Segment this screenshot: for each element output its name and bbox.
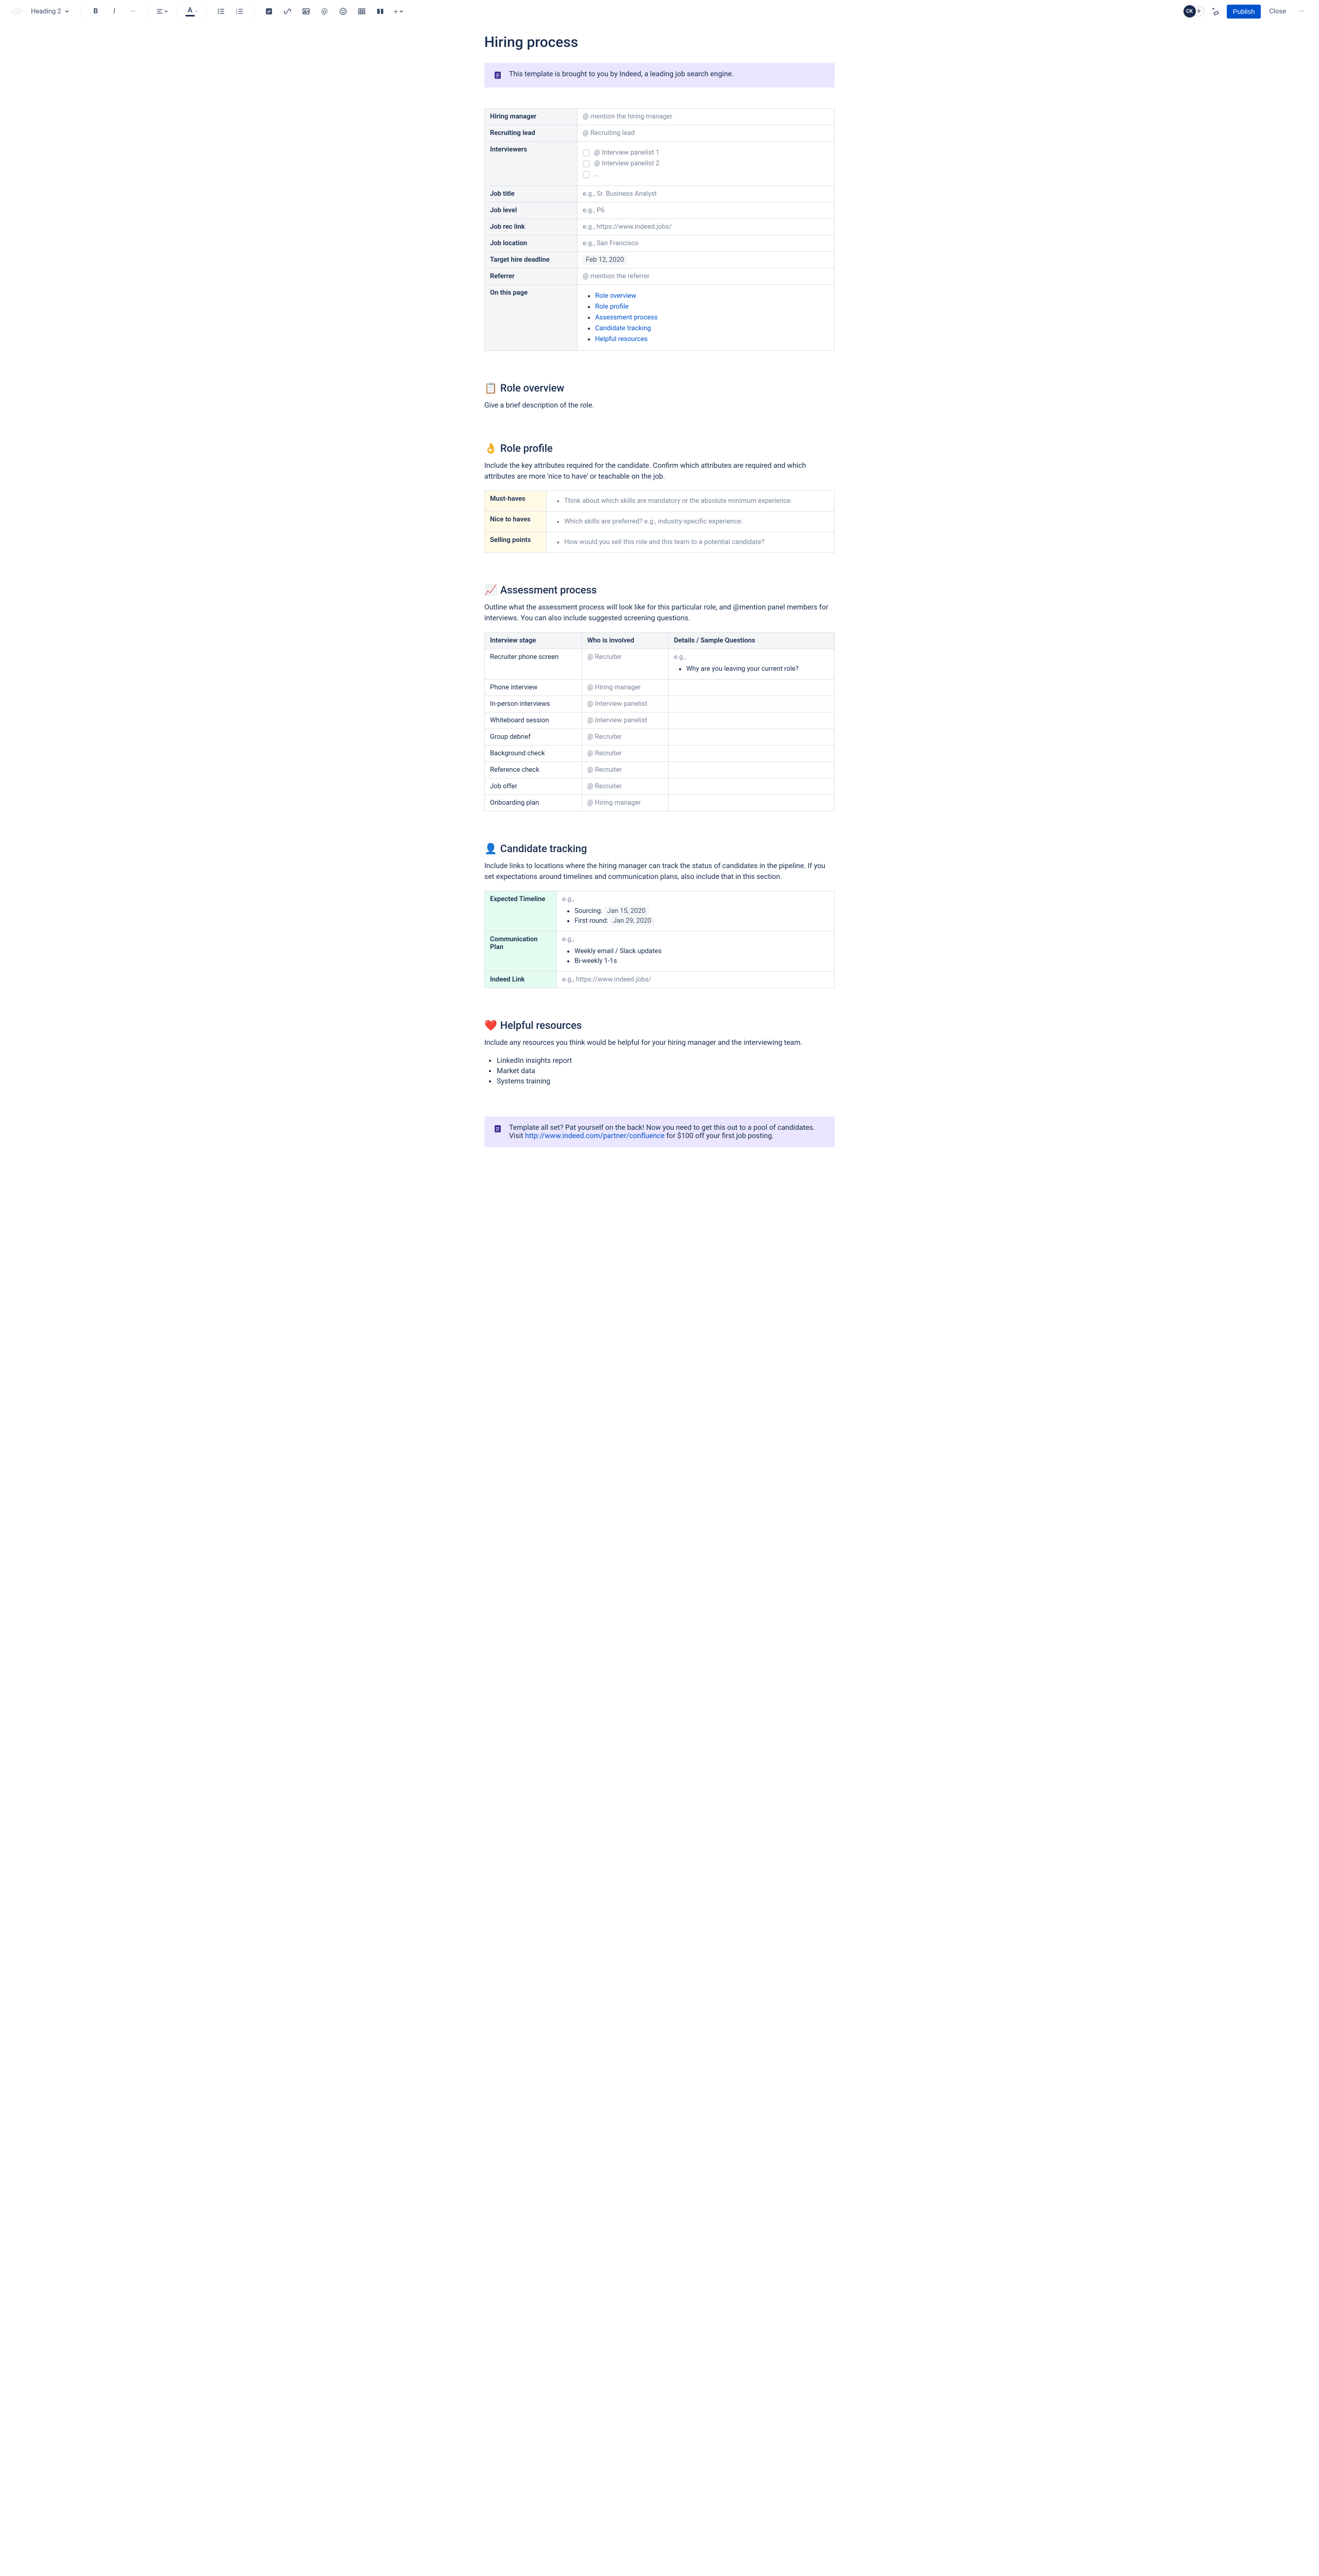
table-row: Group debrief@ Recruiter: [485, 729, 835, 745]
numbered-list-button[interactable]: 123: [232, 4, 247, 19]
heart-icon: ❤️: [484, 1019, 497, 1031]
indeed-partner-link[interactable]: http://www.indeed.com/partner/confluence: [525, 1132, 665, 1140]
toc-link[interactable]: Helpful resources: [595, 335, 648, 343]
link-button[interactable]: [280, 4, 295, 19]
table-row: Reference check@ Recruiter: [485, 762, 835, 778]
resources-list[interactable]: LinkedIn insights report Market data Sys…: [484, 1057, 835, 1086]
table-row: Recruiting lead@ Recruiting lead: [485, 125, 835, 142]
chevron-down-icon: [64, 9, 70, 14]
table-row: Job locatione.g., San Francisco: [485, 235, 835, 252]
panel-text: Template all set? Pat yourself on the ba…: [509, 1124, 826, 1140]
toolbar: Heading 2 B I ··· A 123 @ + CK + Publish…: [0, 0, 1319, 23]
image-button[interactable]: [299, 4, 313, 19]
table-row: Job levele.g., P6: [485, 202, 835, 219]
table-row: Interviewers @ Interview panelist 1 @ In…: [485, 142, 835, 186]
table-row: Expected Timeline e.g., Sourcing: Jan 15…: [485, 891, 835, 931]
table-row: Hiring manager@ mention the hiring manag…: [485, 109, 835, 125]
heading-resources[interactable]: ❤️Helpful resources: [484, 1019, 835, 1031]
table-row: Job offer@ Recruiter: [485, 778, 835, 795]
table-row: Referrer@ mention the referrer: [485, 268, 835, 285]
toc-links: Role overview Role profile Assessment pr…: [583, 292, 829, 343]
toc-link[interactable]: Candidate tracking: [595, 325, 651, 332]
emoji-button[interactable]: [336, 4, 350, 19]
avatar-stack: CK +: [1183, 5, 1204, 18]
date-lozenge[interactable]: Feb 12, 2020: [583, 255, 627, 265]
table-header-row: Interview stage Who is involved Details …: [485, 633, 835, 649]
heading-tracking[interactable]: 👤Candidate tracking: [484, 842, 835, 855]
person-icon: 👤: [484, 842, 497, 855]
table-row: Target hire deadlineFeb 12, 2020: [485, 252, 835, 268]
more-actions-button[interactable]: ···: [1294, 4, 1309, 19]
ok-hand-icon: 👌: [484, 442, 497, 454]
layouts-button[interactable]: [373, 4, 387, 19]
table-row: Must-havesThink about which skills are m…: [485, 491, 835, 512]
info-table: Hiring manager@ mention the hiring manag…: [484, 108, 835, 351]
date-lozenge[interactable]: Jan 15, 2020: [604, 906, 648, 916]
close-button[interactable]: Close: [1265, 5, 1290, 19]
confluence-logo-icon: [10, 5, 23, 18]
publish-button[interactable]: Publish: [1227, 5, 1261, 19]
table-row: In-person interviews@ Interview panelist: [485, 696, 835, 713]
table-row: Selling pointsHow would you sell this ro…: [485, 532, 835, 553]
action-item-button[interactable]: [262, 4, 276, 19]
body-text[interactable]: Include any resources you think would be…: [484, 1038, 835, 1048]
table-row: Phone interview@ Hiring manager: [485, 680, 835, 696]
more-formatting-button[interactable]: ···: [126, 4, 140, 19]
table-row: Job titlee.g., Sr. Business Analyst: [485, 186, 835, 202]
toc-link[interactable]: Role profile: [595, 303, 629, 311]
role-profile-table: Must-havesThink about which skills are m…: [484, 490, 835, 553]
body-text[interactable]: Give a brief description of the role.: [484, 400, 835, 411]
heading-role-profile[interactable]: 👌Role profile: [484, 442, 835, 454]
date-lozenge[interactable]: Jan 29, 2020: [610, 916, 654, 926]
info-panel: This template is brought to you by Indee…: [484, 63, 835, 88]
tracking-table: Expected Timeline e.g., Sourcing: Jan 15…: [484, 891, 835, 988]
assessment-table: Interview stage Who is involved Details …: [484, 632, 835, 811]
panel-text: This template is brought to you by Indee…: [509, 70, 734, 78]
italic-button[interactable]: I: [107, 4, 122, 19]
heading-role-overview[interactable]: 📋Role overview: [484, 382, 835, 394]
table-row: Nice to havesWhich skills are preferred?…: [485, 512, 835, 532]
text-color-button[interactable]: A: [184, 4, 199, 19]
checkbox[interactable]: [583, 149, 590, 157]
text-style-select[interactable]: Heading 2: [27, 6, 74, 18]
table-button[interactable]: [354, 4, 369, 19]
table-row: On this page Role overview Role profile …: [485, 285, 835, 351]
body-text[interactable]: Include the key attributes required for …: [484, 461, 835, 482]
insert-button[interactable]: +: [392, 4, 406, 19]
editor-content[interactable]: Hiring process This template is brought …: [464, 23, 855, 1199]
table-row: Job rec linke.g., https://www.indeed.job…: [485, 219, 835, 235]
note-icon: [493, 1124, 503, 1134]
page-title[interactable]: Hiring process: [484, 33, 835, 50]
mention-button[interactable]: @: [317, 4, 332, 19]
svg-text:3: 3: [236, 12, 238, 15]
note-icon: [493, 70, 503, 80]
table-row: Onboarding plan@ Hiring manager: [485, 795, 835, 811]
request-changes-button[interactable]: [1208, 4, 1223, 19]
toc-link[interactable]: Assessment process: [595, 314, 657, 321]
body-text[interactable]: Outline what the assessment process will…: [484, 602, 835, 624]
align-button[interactable]: [155, 4, 170, 19]
table-row: Communication Plan e.g., Weekly email / …: [485, 931, 835, 972]
avatar[interactable]: CK: [1183, 5, 1196, 18]
table-row: Background check@ Recruiter: [485, 745, 835, 762]
footer-panel: Template all set? Pat yourself on the ba…: [484, 1116, 835, 1147]
clipboard-icon: 📋: [484, 382, 497, 394]
toc-link[interactable]: Role overview: [595, 292, 636, 300]
chart-icon: 📈: [484, 584, 497, 596]
bold-button[interactable]: B: [89, 4, 103, 19]
table-row: Recruiter phone screen@ Recruitere.g.,Wh…: [485, 649, 835, 680]
bullet-list-button[interactable]: [214, 4, 228, 19]
checkbox[interactable]: [583, 160, 590, 167]
heading-assessment[interactable]: 📈Assessment process: [484, 584, 835, 596]
checkbox[interactable]: [583, 171, 590, 178]
table-row: Whiteboard session@ Interview panelist: [485, 713, 835, 729]
table-row: Indeed Linke.g., https://www.indeed.jobs…: [485, 972, 835, 988]
body-text[interactable]: Include links to locations where the hir…: [484, 861, 835, 883]
